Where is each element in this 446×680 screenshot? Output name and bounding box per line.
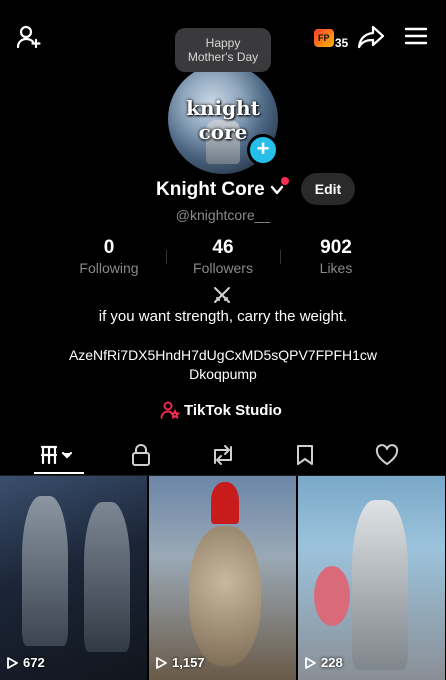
owl-figure	[189, 526, 261, 666]
stat-value: 46	[212, 237, 234, 258]
video-thumbnail[interactable]: 228	[298, 476, 445, 680]
video-thumbnail[interactable]: 1,157	[149, 476, 296, 680]
knight-figure	[84, 502, 130, 652]
promo-icon[interactable]: FP 35	[312, 26, 350, 50]
bio-address-line1: AzeNfRi7DX5HndH7dUgCxMD5sQPV7FPFH1cw	[68, 347, 378, 363]
stat-label: Likes	[319, 260, 353, 276]
studio-person-icon	[160, 401, 180, 420]
tiktok-studio-link[interactable]: TikTok Studio	[160, 399, 282, 421]
stat-following[interactable]: 0 Following	[59, 237, 159, 277]
crossed-swords-icon	[214, 287, 230, 303]
videos-grid-icon	[40, 445, 73, 465]
active-tab-indicator	[34, 472, 84, 474]
menu-icon[interactable]	[402, 22, 430, 50]
view-count: 228	[304, 655, 343, 670]
add-story-button[interactable]: +	[247, 134, 279, 166]
play-icon	[305, 656, 316, 669]
edit-profile-button[interactable]: Edit	[301, 173, 355, 205]
view-count: 1,157	[155, 655, 205, 670]
name-row[interactable]: Knight Core	[156, 178, 285, 202]
add-friend-icon[interactable]	[14, 22, 44, 52]
view-count-value: 228	[321, 655, 343, 670]
studio-label: TikTok Studio	[184, 401, 282, 419]
stat-followers[interactable]: 46 Followers	[173, 237, 273, 277]
tooltip-line2: Mother's Day	[187, 50, 259, 64]
bio-address: AzeNfRi7DX5HndH7dUgCxMD5sQPV7FPFH1cw Dko…	[0, 346, 446, 384]
knight-figure	[352, 500, 408, 670]
bookmark-icon	[297, 445, 313, 465]
tooltip-line1: Happy	[205, 36, 241, 50]
lock-icon	[132, 444, 150, 466]
tab-favorites[interactable]	[275, 436, 335, 474]
tab-reposts[interactable]	[193, 436, 253, 474]
profile-stats: 0 Following 46 Followers 902 Likes	[0, 237, 446, 279]
tab-liked[interactable]	[357, 436, 417, 474]
tab-private[interactable]	[111, 436, 171, 474]
display-name: Knight Core	[156, 179, 265, 200]
stat-label: Followers	[193, 260, 253, 276]
play-icon	[7, 656, 18, 669]
red-knight-figure	[211, 482, 239, 524]
promo-count: 35	[334, 36, 349, 50]
stat-divider	[280, 250, 281, 264]
share-icon[interactable]	[356, 22, 386, 52]
profile-tabs	[0, 436, 446, 476]
play-icon	[156, 656, 167, 669]
mothers-day-tooltip: Happy Mother's Day	[175, 28, 271, 72]
bio-address-line2: Dkoqpump	[189, 366, 257, 382]
username: @knightcore__	[175, 207, 271, 223]
notification-dot	[281, 177, 289, 185]
bio-text: if you want strength, carry the weight.	[98, 308, 348, 325]
plume-figure	[314, 566, 350, 626]
stat-value: 0	[103, 237, 115, 258]
heart-icon	[375, 444, 399, 465]
stat-likes[interactable]: 902 Likes	[286, 237, 386, 277]
repost-icon	[214, 445, 232, 465]
promo-badge: FP	[313, 29, 334, 47]
tab-videos[interactable]	[29, 436, 89, 474]
stat-label: Following	[79, 260, 139, 276]
knight-figure	[22, 496, 68, 646]
view-count-value: 1,157	[172, 655, 205, 670]
stat-value: 902	[320, 237, 352, 258]
stat-divider	[166, 250, 167, 264]
view-count-value: 672	[23, 655, 45, 670]
video-grid: 672 1,157 228	[0, 476, 446, 680]
view-count: 672	[6, 655, 45, 670]
video-thumbnail[interactable]: 672	[0, 476, 147, 680]
